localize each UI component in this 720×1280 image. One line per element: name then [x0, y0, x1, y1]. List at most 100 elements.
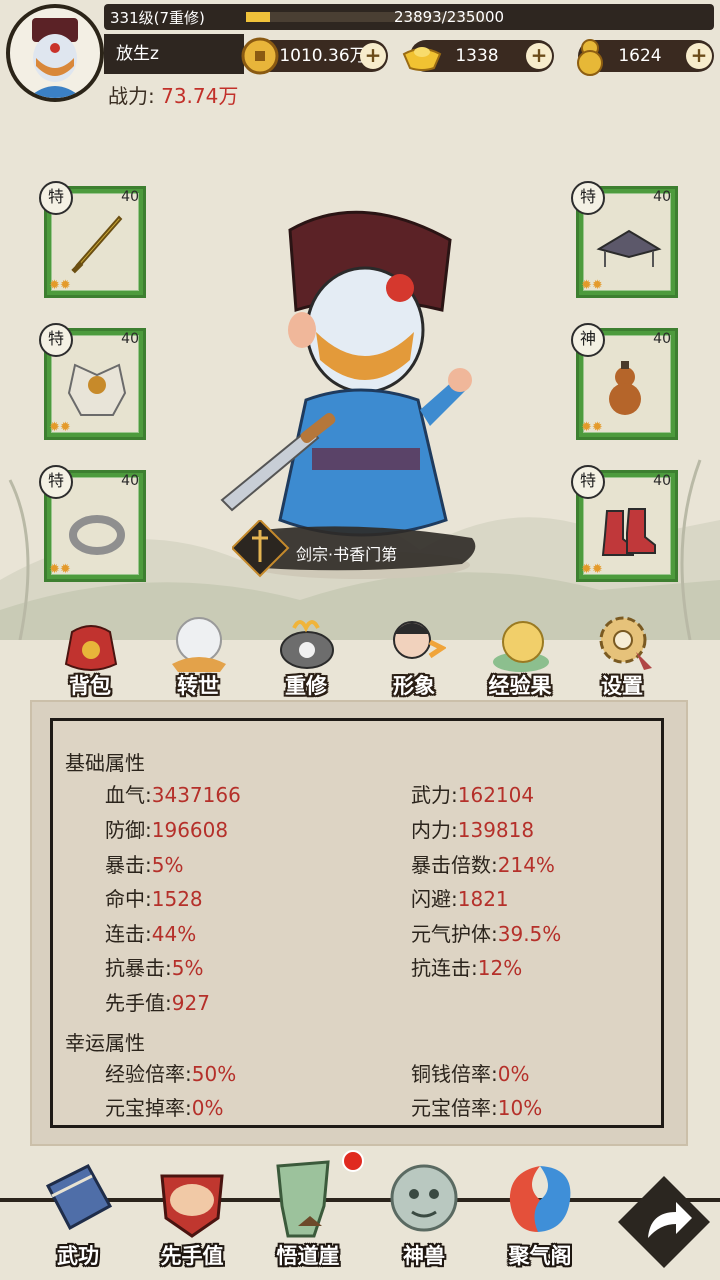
bag-icon — [64, 625, 118, 671]
stat-value: 3437166 — [151, 783, 241, 807]
stat-exp-rate: 经验倍率:50% — [105, 1058, 236, 1087]
cliff-icon — [276, 1160, 330, 1238]
hat-icon — [596, 229, 662, 267]
stat-value: 39.5% — [497, 922, 562, 946]
martial-book-icon — [45, 1164, 113, 1231]
player-name: 放生z — [104, 34, 244, 74]
stat-label: 防御: — [105, 818, 152, 842]
stat-value: 12% — [477, 956, 523, 980]
menu-bag-button[interactable]: 背包 — [42, 612, 138, 702]
menu-settings-button[interactable]: 设置 — [574, 612, 670, 702]
stat-value: 1821 — [457, 887, 509, 911]
stat-value: 214% — [497, 853, 555, 877]
player-avatar[interactable] — [6, 4, 104, 102]
equip-slot-weapon[interactable]: 40 ✹✹ 特 — [39, 181, 146, 298]
armor-icon — [67, 363, 127, 416]
menu-recultivate-button[interactable]: 重修 — [258, 612, 354, 702]
slot-quality-tag: 特 — [39, 323, 73, 357]
stat-attack: 武力:162104 — [411, 779, 534, 808]
stat-value: 44% — [151, 922, 197, 946]
exp-text: 23893/235000 — [394, 8, 505, 26]
slot-level: 40 — [653, 473, 671, 489]
nav-divine-beast[interactable]: 神兽 — [372, 1156, 476, 1276]
slot-quality-tag: 特 — [571, 465, 605, 499]
stat-hp: 血气:3437166 — [105, 779, 241, 808]
menu-appearance-label: 形象 — [393, 674, 435, 698]
stat-anti-crit: 抗暴击:5% — [105, 952, 203, 981]
stat-label: 内力: — [411, 818, 458, 842]
settings-gear-icon — [599, 616, 652, 670]
stat-value: 0% — [191, 1096, 224, 1120]
stat-label: 命中: — [105, 887, 152, 911]
gold-ingot-icon — [402, 47, 442, 71]
stat-label: 抗暴击: — [105, 956, 172, 980]
stat-value: 196608 — [151, 818, 229, 842]
slot-stars: ✹✹ — [49, 420, 71, 435]
equip-slot-hat[interactable]: 40 ✹✹ 特 — [571, 181, 678, 298]
slot-stars: ✹✹ — [581, 562, 603, 577]
menu-appearance-button[interactable]: 形象 — [366, 612, 462, 702]
stat-value: 162104 — [457, 783, 535, 807]
gold-ingot-value: 1338 — [455, 46, 499, 66]
stat-ingot-drop-rate: 元宝掉率:0% — [105, 1092, 223, 1121]
equip-slot-gourd[interactable]: 40 ✹✹ 神 — [571, 323, 678, 440]
slot-quality-tag: 特 — [39, 465, 73, 499]
slot-quality-tag: 特 — [571, 181, 605, 215]
gold-ingot-counter: 1338 + — [402, 40, 554, 72]
luck-stats-title: 幸运属性 — [65, 1031, 145, 1055]
menu-settings-label: 设置 — [601, 674, 643, 698]
stat-value: 927 — [171, 991, 210, 1015]
stat-label: 经验倍率: — [105, 1062, 192, 1086]
slot-level: 40 — [121, 189, 139, 205]
slot-level: 40 — [653, 331, 671, 347]
slot-level: 40 — [121, 473, 139, 489]
slot-quality-tag: 神 — [571, 323, 605, 357]
stat-value: 50% — [191, 1062, 237, 1086]
menu-reincarnation-button[interactable]: 转世 — [150, 612, 246, 702]
gold-ingot-add-button[interactable]: + — [526, 43, 552, 69]
return-arrow-icon[interactable] — [614, 1172, 714, 1272]
stat-anti-combo: 抗连击:12% — [411, 952, 522, 981]
crystal-ball-icon — [172, 617, 226, 672]
nav-enlightenment-cliff[interactable]: 悟道崖 — [256, 1156, 360, 1276]
equip-slot-boots[interactable]: 40 ✹✹ 特 — [571, 465, 678, 582]
stat-qi-shield: 元气护体:39.5% — [411, 918, 561, 947]
stat-label: 武力: — [411, 783, 458, 807]
gold-gourd-icon — [577, 39, 603, 76]
slot-level: 40 — [653, 189, 671, 205]
copper-coin-add-button[interactable]: + — [360, 43, 386, 69]
qi-swirl-icon — [509, 1166, 571, 1232]
avatar-swap-icon — [393, 621, 446, 659]
slot-quality-tag: 特 — [39, 181, 73, 215]
nav-initiative[interactable]: 先手值 — [140, 1156, 244, 1276]
nav-martial-arts[interactable]: 武功 — [26, 1156, 130, 1276]
stats-panel-frame: 基础属性 血气:3437166 武力:162104 防御:196608 内力: 1… — [50, 718, 664, 1128]
cauldron-icon — [280, 620, 334, 669]
gold-gourd-add-button[interactable]: + — [686, 43, 712, 69]
stat-label: 元气护体: — [411, 922, 498, 946]
stat-dodge: 闪避:1821 — [411, 883, 509, 912]
combat-power-label: 战力: — [108, 84, 155, 108]
gold-gourd-counter: 1624 + — [577, 39, 714, 76]
menu-exp-fruit-label: 经验果 — [488, 674, 552, 698]
nav-enlightenment-cliff-label: 悟道崖 — [276, 1244, 340, 1268]
stat-label: 暴击: — [105, 853, 152, 877]
stat-label: 血气: — [105, 783, 152, 807]
equip-slot-armor[interactable]: 40 ✹✹ 特 — [39, 323, 146, 440]
avatar-portrait-icon — [28, 18, 82, 98]
stat-value: 0% — [497, 1062, 530, 1086]
stat-value: 5% — [171, 956, 204, 980]
nav-divine-beast-label: 神兽 — [403, 1244, 445, 1268]
stat-label: 元宝倍率: — [411, 1096, 498, 1120]
stat-crit-multiplier: 暴击倍数:214% — [411, 849, 555, 878]
basic-stats-title: 基础属性 — [65, 751, 145, 775]
stat-value: 5% — [151, 853, 184, 877]
menu-exp-fruit-button[interactable]: 经验果 — [472, 612, 568, 702]
sect-name: 剑宗·书香门第 — [296, 545, 398, 564]
nav-qi-pavilion[interactable]: 聚气阁 — [488, 1156, 592, 1276]
equip-slot-ring[interactable]: 40 ✹✹ 特 — [39, 465, 146, 582]
gourd-icon — [609, 361, 641, 415]
combat-power-value: 73.74万 — [161, 84, 239, 108]
menu-recultivate-label: 重修 — [285, 674, 327, 698]
nav-qi-pavilion-label: 聚气阁 — [508, 1244, 572, 1268]
